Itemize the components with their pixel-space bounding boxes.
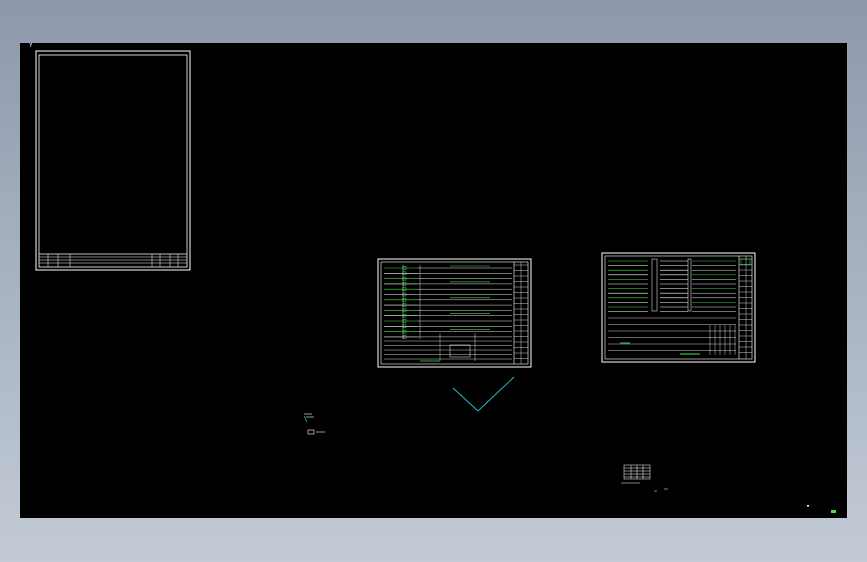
- stray-symbol-group-2[interactable]: [621, 464, 668, 492]
- stray-symbol-group-1[interactable]: [303, 413, 325, 435]
- empty-drawing-frame[interactable]: [35, 50, 191, 271]
- cad-model-space[interactable]: Y: [20, 43, 847, 518]
- title-block: [739, 256, 752, 359]
- schematic-wiring-1: [384, 265, 512, 362]
- schematic-wiring-2: [608, 258, 736, 355]
- cad-drawing[interactable]: [20, 43, 847, 518]
- electrical-schematic-sheet-1[interactable]: [377, 258, 532, 368]
- cyan-construction-line[interactable]: [452, 376, 515, 412]
- title-block: [514, 262, 528, 364]
- electrical-schematic-sheet-2[interactable]: [601, 252, 756, 363]
- title-block: [39, 254, 187, 267]
- stray-marks-corner[interactable]: [807, 505, 836, 513]
